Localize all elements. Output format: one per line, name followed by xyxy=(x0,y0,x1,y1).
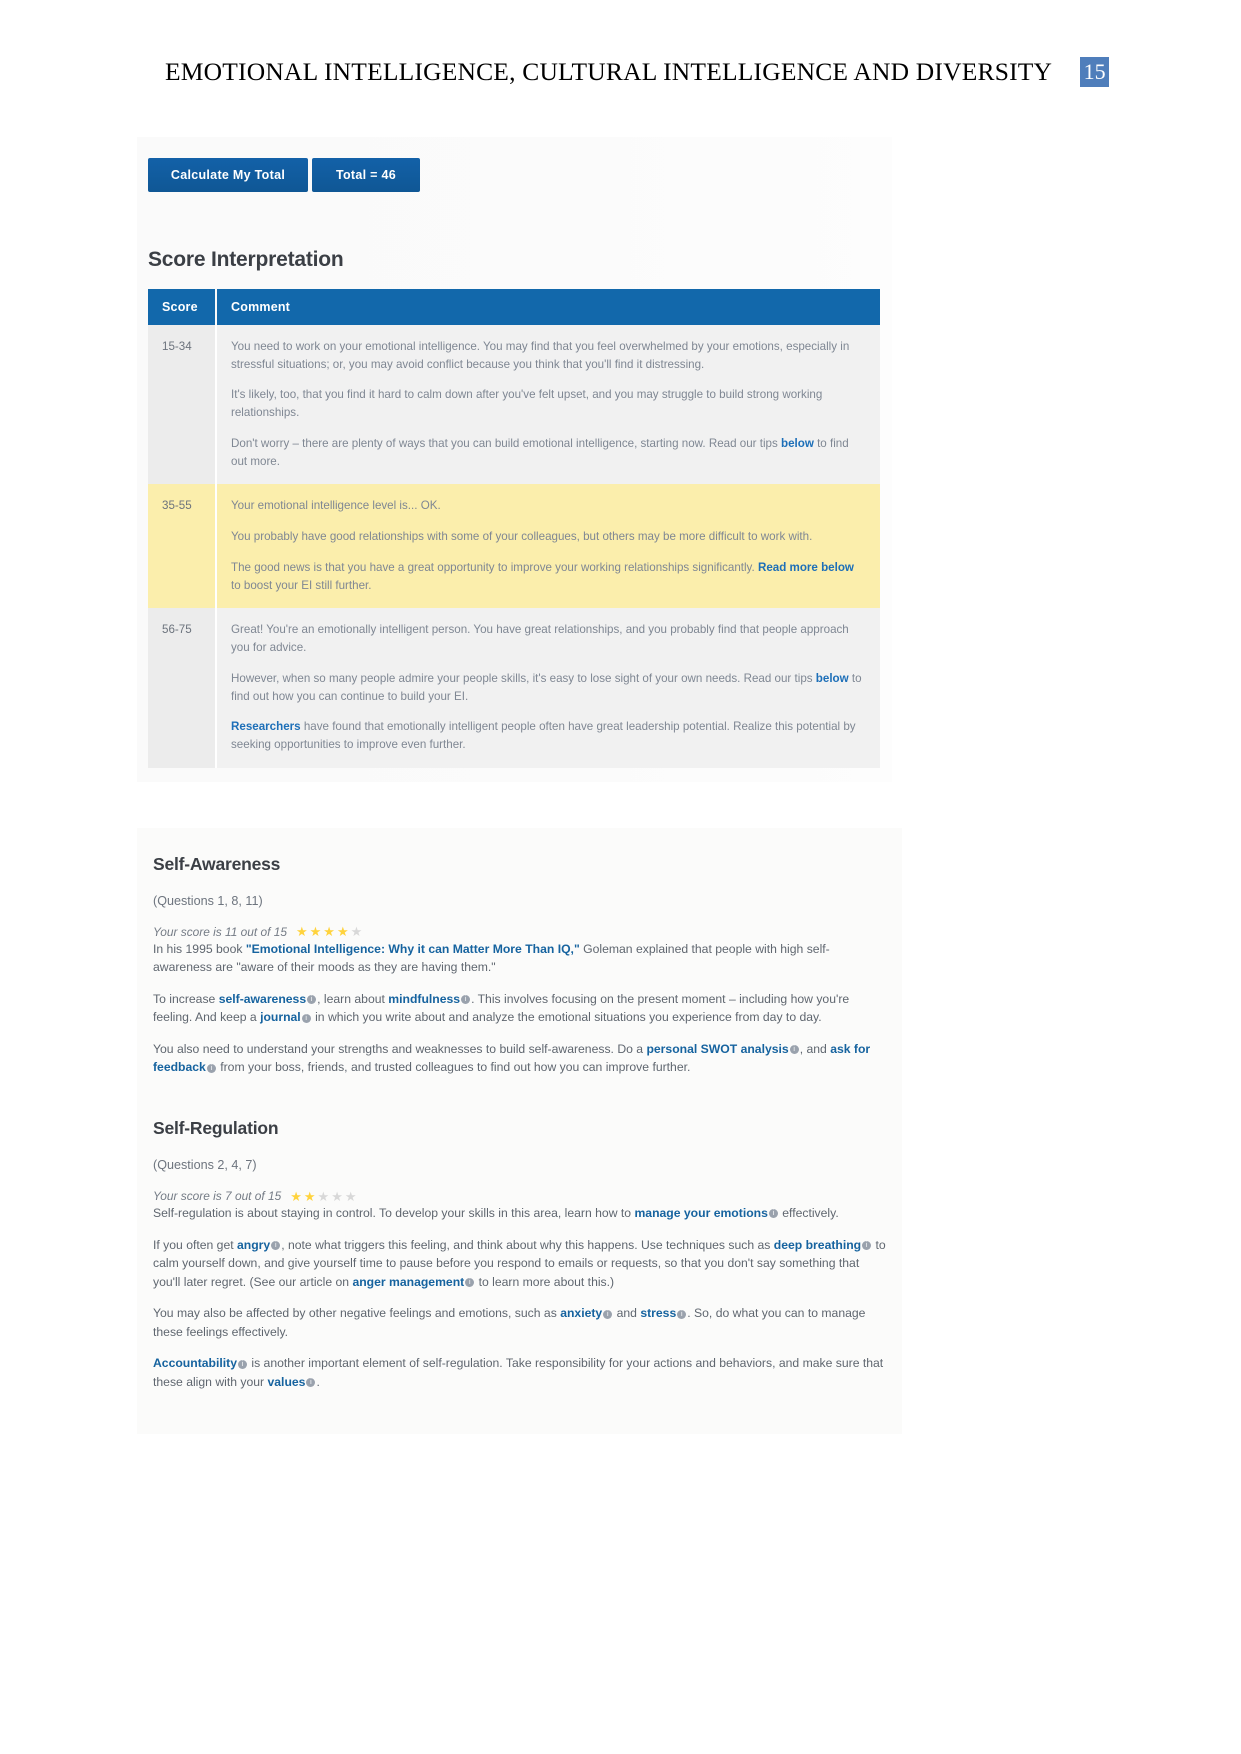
cell-comment: Great! You're an emotionally intelligent… xyxy=(216,608,880,768)
cell-score-range: 56-75 xyxy=(148,608,217,768)
table-row: 35-55 Your emotional intelligence level … xyxy=(148,484,880,609)
cell-score-range: 35-55 xyxy=(148,484,217,609)
paragraph: Your emotional intelligence level is... … xyxy=(231,499,441,513)
self-awareness-paragraph-3: You also need to understand your strengt… xyxy=(153,1041,871,1075)
self-awareness-paragraph-1: In his 1995 book "Emotional Intelligence… xyxy=(153,941,830,975)
star-rating: ★ ★ ★ ★ ★ xyxy=(290,1190,356,1203)
column-header-score: Score xyxy=(148,289,217,325)
values-link[interactable]: values xyxy=(268,1375,306,1389)
score-interpretation-table: Score Comment 15-34 You need to work on … xyxy=(148,289,880,768)
table-row: 15-34 You need to work on your emotional… xyxy=(148,325,880,485)
info-icon[interactable]: i xyxy=(768,1209,778,1219)
total-display-button[interactable]: Total = 46 xyxy=(312,158,420,192)
star-icon: ★ xyxy=(309,924,322,940)
info-icon[interactable]: i xyxy=(271,1240,281,1250)
star-icon: ★ xyxy=(317,1188,330,1204)
book-title: "Emotional Intelligence: Why it can Matt… xyxy=(245,941,580,956)
table-row: 56-75 Great! You're an emotionally intel… xyxy=(148,608,880,768)
cell-comment: You need to work on your emotional intel… xyxy=(216,325,880,485)
mindfulness-link[interactable]: mindfulness xyxy=(388,992,460,1006)
self-awareness-paragraph-2: To increase self-awareness i, learn about… xyxy=(153,991,850,1025)
journal-link[interactable]: journal xyxy=(260,1010,301,1024)
paragraph: However, when so many people admire your… xyxy=(231,671,862,703)
paragraph: The good news is that you have a great o… xyxy=(231,560,854,592)
manage-your-emotions-link[interactable]: manage your emotions xyxy=(634,1206,767,1220)
self-awareness-link[interactable]: self-awareness xyxy=(219,992,306,1006)
self-regulation-section: Self-Regulation (Questions 2, 4, 7) Your… xyxy=(137,1118,902,1391)
column-header-comment: Comment xyxy=(216,289,880,325)
info-icon[interactable]: i xyxy=(789,1045,799,1055)
self-awareness-questions: (Questions 1, 8, 11) xyxy=(153,893,263,908)
calculator-toolbar: Calculate My Total Total = 46 xyxy=(137,158,892,192)
paragraph: You need to work on your emotional intel… xyxy=(231,340,850,371)
researchers-link[interactable]: Researchers xyxy=(231,720,301,733)
self-regulation-paragraph-2: If you often get angry i, note what trigg… xyxy=(153,1237,886,1289)
info-icon[interactable]: i xyxy=(465,1277,475,1287)
star-rating: ★ ★ ★ ★ ★ xyxy=(296,925,362,938)
cell-comment: Your emotional intelligence level is... … xyxy=(216,484,880,609)
star-icon: ★ xyxy=(350,924,363,940)
personal-swot-analysis-link[interactable]: personal SWOT analysis xyxy=(646,1042,788,1056)
anxiety-link[interactable]: anxiety xyxy=(560,1306,602,1320)
page-title: EMOTIONAL INTELLIGENCE, CULTURAL INTELLI… xyxy=(165,57,1053,86)
paragraph: Great! You're an emotionally intelligent… xyxy=(231,623,849,655)
paragraph: Don't worry – there are plenty of ways t… xyxy=(231,436,849,468)
angry-link[interactable]: angry xyxy=(237,1238,270,1252)
self-regulation-score-line: Your score is 7 out of 15 ★ ★ ★ ★ ★ xyxy=(153,1189,886,1203)
self-regulation-questions: (Questions 2, 4, 7) xyxy=(153,1158,257,1173)
info-icon[interactable]: i xyxy=(237,1359,247,1369)
read-more-below-link[interactable]: Read more below xyxy=(758,561,854,574)
info-icon[interactable]: i xyxy=(862,1240,872,1250)
paragraph: It's likely, too, that you find it hard … xyxy=(231,388,823,420)
competency-sections-screenshot: Self-Awareness (Questions 1, 8, 11) Your… xyxy=(137,827,902,1435)
table-header-row: Score Comment xyxy=(148,289,880,325)
paragraph: Researchers have found that emotionally … xyxy=(231,720,856,752)
self-regulation-paragraph-1: Self-regulation is about staying in cont… xyxy=(153,1206,839,1221)
info-icon[interactable]: i xyxy=(677,1309,687,1319)
page-running-header: EMOTIONAL INTELLIGENCE, CULTURAL INTELLI… xyxy=(0,0,1241,96)
page-number-badge: 15 xyxy=(1080,57,1109,87)
self-awareness-section: Self-Awareness (Questions 1, 8, 11) Your… xyxy=(137,854,902,1077)
star-icon: ★ xyxy=(323,924,335,940)
anger-management-link[interactable]: anger management xyxy=(352,1275,464,1289)
info-icon[interactable]: i xyxy=(461,995,471,1005)
self-awareness-score-text: Your score is 11 out of 15 xyxy=(153,924,287,939)
calculate-my-total-button[interactable]: Calculate My Total xyxy=(148,158,308,192)
star-icon: ★ xyxy=(303,1188,316,1204)
self-awareness-score-line: Your score is 11 out of 15 ★ ★ ★ ★ ★ xyxy=(153,925,886,939)
self-regulation-paragraph-3: You may also be affected by other negati… xyxy=(153,1306,866,1339)
stress-link[interactable]: stress xyxy=(640,1306,676,1320)
star-icon: ★ xyxy=(344,1188,357,1204)
self-awareness-heading: Self-Awareness xyxy=(153,853,281,874)
score-interpretation-heading: Score Interpretation xyxy=(148,248,344,271)
info-icon[interactable]: i xyxy=(603,1309,613,1319)
star-icon: ★ xyxy=(295,924,308,940)
cell-score-range: 15-34 xyxy=(148,325,217,485)
star-icon: ★ xyxy=(336,924,349,940)
info-icon[interactable]: i xyxy=(306,1378,316,1388)
info-icon[interactable]: i xyxy=(307,995,317,1005)
accountability-link[interactable]: Accountability xyxy=(153,1356,237,1370)
paragraph: You probably have good relationships wit… xyxy=(231,530,813,544)
deep-breathing-link[interactable]: deep breathing xyxy=(774,1238,861,1252)
star-icon: ★ xyxy=(331,1188,343,1204)
self-regulation-paragraph-4: Accountability i is another important ele… xyxy=(153,1356,884,1389)
info-icon[interactable]: i xyxy=(206,1063,216,1073)
self-regulation-score-text: Your score is 7 out of 15 xyxy=(153,1189,282,1204)
info-icon[interactable]: i xyxy=(301,1013,311,1023)
below-link[interactable]: below xyxy=(816,672,849,685)
star-icon: ★ xyxy=(290,1188,302,1204)
score-interpretation-screenshot: Calculate My Total Total = 46 Score Inte… xyxy=(137,137,892,782)
self-regulation-heading: Self-Regulation xyxy=(153,1118,279,1139)
below-link[interactable]: below xyxy=(781,437,814,450)
